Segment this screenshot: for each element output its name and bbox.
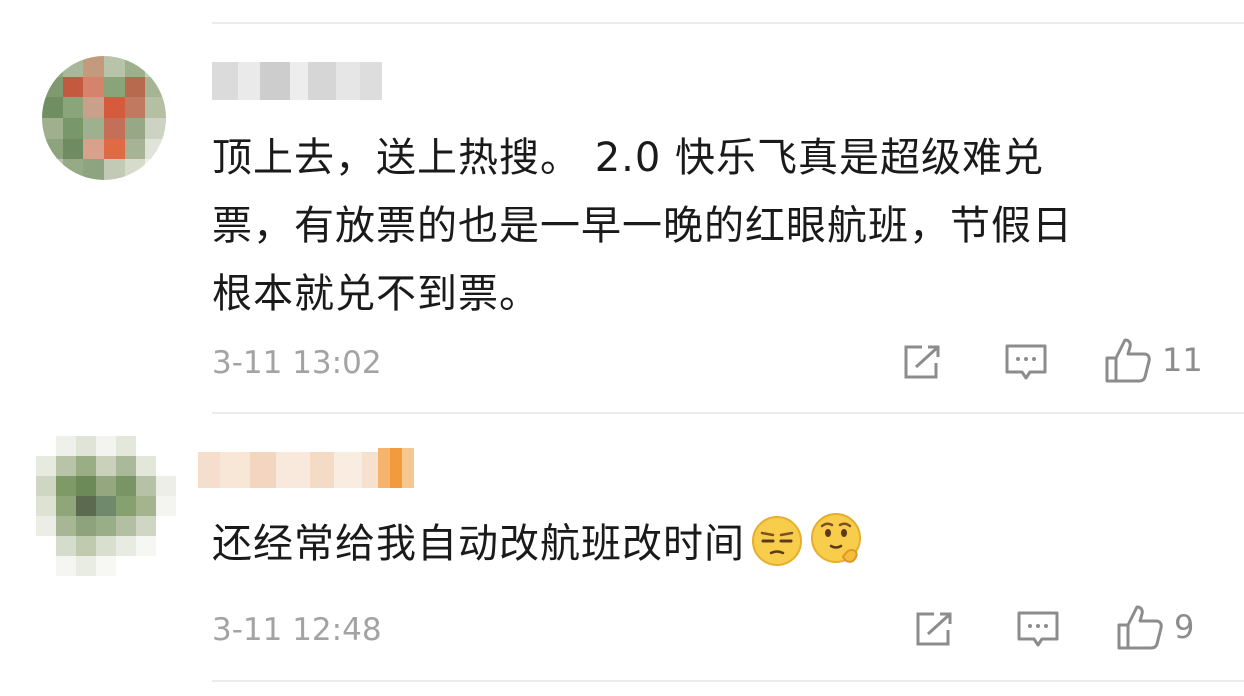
comment-button[interactable] [1004,343,1048,383]
comment-icon [1005,344,1047,380]
timestamp: 3-11 12:48 [212,612,382,648]
bottom-divider [212,680,1244,682]
share-button[interactable] [902,343,944,381]
comment-text-line: 顶上去，送上热搜。 2.0 快乐飞真是超级难兑 [212,135,1045,181]
comment-text-line: 还经常给我自动改航班改时间 [212,521,745,567]
comment-text-line: 根本就兑不到票。 [212,271,540,317]
thumbs-up-icon [1105,338,1151,383]
like-count: 11 [1162,341,1203,379]
comment-feed: 顶上去，送上热搜。 2.0 快乐飞真是超级难兑 票，有放票的也是一早一晚的红眼航… [0,0,1244,696]
thumbs-up-icon [1117,605,1163,650]
comment-text: 顶上去，送上热搜。 2.0 快乐飞真是超级难兑 票，有放票的也是一早一晚的红眼航… [212,124,1073,328]
comment-text-line: 票，有放票的也是一早一晚的红眼航班，节假日 [212,203,1073,249]
username[interactable] [198,452,378,488]
share-button[interactable] [914,610,956,648]
avatar[interactable] [36,436,176,576]
share-icon [916,612,952,646]
timestamp: 3-11 13:02 [212,345,382,381]
like-button[interactable]: 9 [1116,603,1194,651]
comment-button[interactable] [1016,610,1060,650]
like-count: 9 [1174,608,1195,646]
username[interactable] [212,62,382,100]
comment-text: 还经常给我自动改航班改时间 [212,510,865,588]
avatar[interactable] [42,56,166,180]
thinking-emoji [809,511,865,588]
top-divider [212,22,1244,24]
user-badge [378,448,414,488]
unamused-emoji [751,515,803,588]
comment-icon [1017,611,1059,647]
like-button[interactable]: 11 [1104,336,1203,384]
share-icon [904,345,940,379]
comment-divider [212,412,1244,414]
